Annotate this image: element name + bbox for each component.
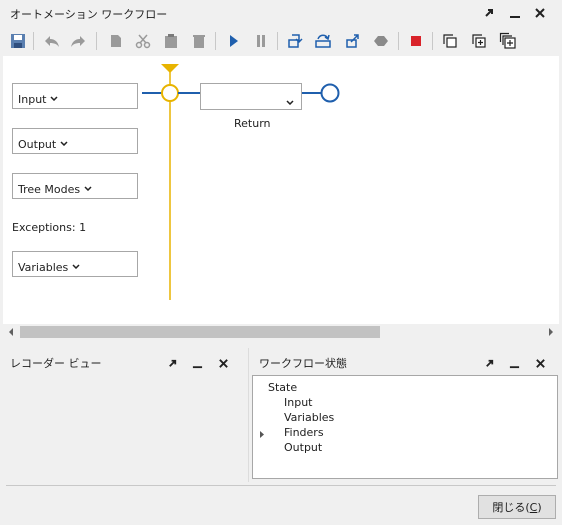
panel-splitter[interactable] [248, 348, 249, 482]
collapse-icon[interactable] [440, 31, 460, 51]
breakpoint-icon[interactable] [371, 31, 391, 51]
toolbar-separator [398, 32, 399, 50]
horizontal-scrollbar[interactable] [3, 324, 559, 340]
float-window-icon[interactable] [164, 355, 180, 371]
minimize-icon[interactable] [506, 355, 522, 371]
workflow-canvas[interactable]: Input Output Tree Modes Exceptions: 1 Va… [3, 56, 559, 324]
toolbar-separator [277, 32, 278, 50]
scroll-left-icon[interactable] [6, 327, 16, 337]
scrollbar-thumb[interactable] [20, 326, 380, 338]
stop-icon[interactable] [406, 31, 426, 51]
step-out-icon[interactable] [343, 31, 363, 51]
return-label: Return [234, 117, 271, 130]
state-tree[interactable]: State Input Variables Finders Output [252, 375, 558, 479]
scroll-right-icon[interactable] [546, 327, 556, 337]
save-icon[interactable] [8, 31, 28, 51]
copy-icon[interactable] [106, 31, 126, 51]
close-button-accesskey: C [529, 500, 538, 514]
run-icon[interactable] [223, 31, 243, 51]
close-button-suffix: ) [537, 500, 542, 514]
toolbar-separator [96, 32, 97, 50]
footer-divider [6, 485, 556, 486]
minimize-icon[interactable] [189, 355, 205, 371]
tree-item-finders[interactable]: Finders [284, 426, 324, 439]
tree-item-input[interactable]: Input [284, 396, 312, 409]
pause-icon[interactable] [251, 31, 271, 51]
expand-arrow-icon[interactable] [259, 428, 265, 441]
paste-icon[interactable] [161, 31, 181, 51]
undo-icon[interactable] [42, 31, 62, 51]
state-panel-title: ワークフロー状態 [259, 357, 347, 370]
title-bar: オートメーション ワークフロー [0, 0, 562, 26]
recorder-panel: レコーダー ビュー [0, 344, 245, 484]
return-select[interactable] [200, 83, 302, 110]
chevron-down-icon [286, 95, 294, 108]
toolbar [0, 26, 562, 56]
close-button-label: 閉じる( [492, 501, 530, 514]
expand-icon[interactable] [469, 31, 489, 51]
close-icon[interactable] [531, 4, 549, 22]
cut-icon[interactable] [133, 31, 153, 51]
expand-all-icon[interactable] [498, 31, 518, 51]
redo-icon[interactable] [68, 31, 88, 51]
flow-junction-node [161, 84, 179, 102]
toolbar-separator [432, 32, 433, 50]
float-window-icon[interactable] [480, 4, 498, 22]
minimize-icon[interactable] [506, 4, 524, 22]
tree-item-output[interactable]: Output [284, 441, 322, 454]
delete-icon[interactable] [189, 31, 209, 51]
step-into-icon[interactable] [285, 31, 305, 51]
flow-start-marker [161, 64, 179, 73]
close-button[interactable]: 閉じる(C) [478, 495, 556, 519]
toolbar-separator [33, 32, 34, 50]
tree-item-variables[interactable]: Variables [284, 411, 334, 424]
flow-end-node [320, 83, 340, 103]
window-title: オートメーション ワークフロー [10, 8, 168, 21]
recorder-panel-title: レコーダー ビュー [10, 357, 102, 370]
toolbar-separator [215, 32, 216, 50]
close-icon[interactable] [532, 355, 548, 371]
float-window-icon[interactable] [481, 355, 497, 371]
close-icon[interactable] [215, 355, 231, 371]
step-over-icon[interactable] [313, 31, 333, 51]
tree-item-state[interactable]: State [268, 381, 297, 394]
